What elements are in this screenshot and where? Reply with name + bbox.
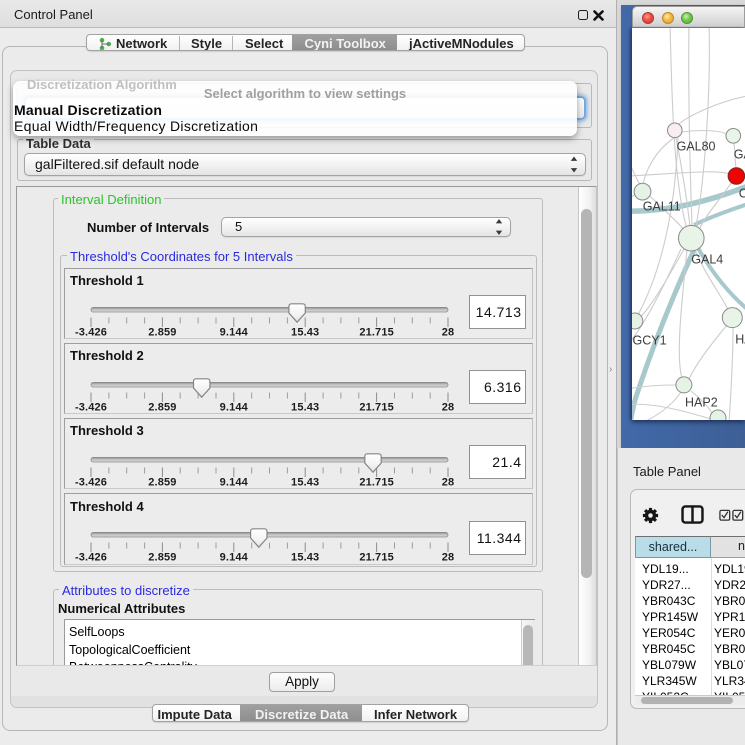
svg-text:15.43: 15.43 [291, 401, 319, 413]
svg-text:-3.426: -3.426 [75, 401, 107, 413]
svg-text:-3.426: -3.426 [75, 326, 107, 338]
svg-text:GAL: GAL [734, 148, 745, 162]
svg-text:GAL11: GAL11 [643, 200, 681, 214]
svg-text:2.859: 2.859 [148, 476, 176, 488]
svg-text:GAL80: GAL80 [677, 140, 716, 154]
svg-text:21.715: 21.715 [359, 401, 394, 413]
svg-text:2.859: 2.859 [148, 326, 176, 338]
svg-text:15.43: 15.43 [291, 552, 319, 564]
svg-text:-3.426: -3.426 [75, 476, 107, 488]
svg-text:9.144: 9.144 [220, 401, 249, 413]
svg-text:9.144: 9.144 [220, 326, 249, 338]
svg-text:28: 28 [442, 552, 455, 564]
svg-text:2.859: 2.859 [148, 401, 176, 413]
svg-text:15.43: 15.43 [291, 326, 319, 338]
svg-text:21.715: 21.715 [359, 326, 394, 338]
svg-text:21.715: 21.715 [359, 476, 394, 488]
svg-text:-3.426: -3.426 [75, 552, 107, 564]
svg-text:9.144: 9.144 [220, 552, 249, 564]
svg-text:HAP2: HAP2 [685, 396, 718, 410]
svg-text:28: 28 [442, 326, 455, 338]
svg-text:15.43: 15.43 [291, 476, 319, 488]
svg-text:28: 28 [442, 476, 455, 488]
svg-text:2.859: 2.859 [148, 552, 176, 564]
svg-text:GAL4: GAL4 [691, 253, 723, 267]
svg-text:CD: CD [739, 187, 745, 201]
svg-text:21.715: 21.715 [359, 552, 394, 564]
svg-text:GCY1: GCY1 [633, 334, 667, 348]
svg-text:9.144: 9.144 [220, 476, 249, 488]
svg-text:28: 28 [442, 401, 455, 413]
svg-text:HA: HA [735, 333, 745, 347]
